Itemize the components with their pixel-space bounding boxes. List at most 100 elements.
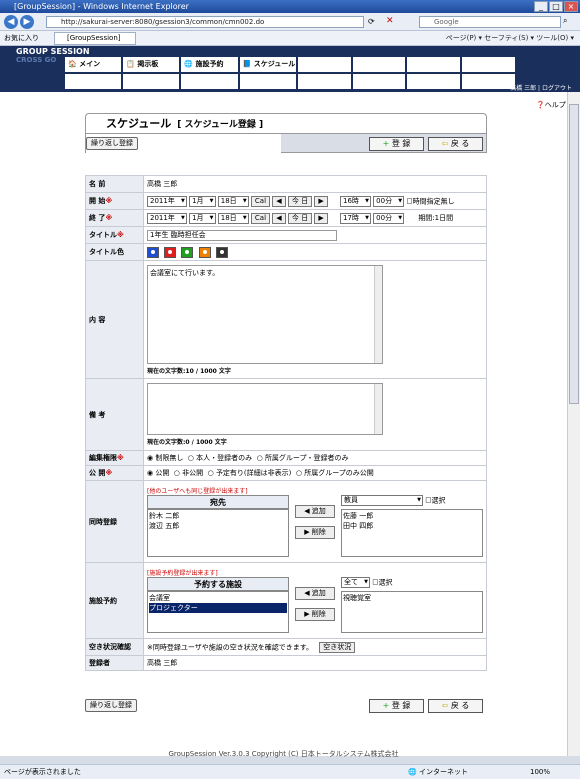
list-item[interactable]: 田中 四郎	[343, 521, 481, 531]
edit-label: 編集権限※	[85, 450, 144, 466]
color-blue-radio[interactable]	[147, 246, 159, 258]
list-item[interactable]: プロジェクター	[149, 603, 287, 613]
end-min-select[interactable]: 00分	[373, 212, 405, 224]
title-color-row	[143, 243, 487, 261]
end-label: 終 了※	[85, 209, 144, 227]
menu-facility[interactable]: 🌐 施設予約	[180, 56, 239, 73]
note-count: 現在の文字数:0 / 1000 文字	[147, 439, 227, 446]
start-hour-select[interactable]: 16時	[340, 195, 371, 207]
color-red-radio[interactable]	[164, 246, 177, 258]
start-month-select[interactable]: 1月	[189, 195, 216, 207]
same-register-label: 同時登録	[85, 480, 144, 563]
facility-reserve-list[interactable]: 会議室 プロジェクター	[147, 591, 289, 633]
end-today-button[interactable]: 今 日	[287, 212, 313, 224]
edit-radio-3[interactable]: ○ 所属グループ・登録者のみ	[257, 454, 349, 462]
end-month-select[interactable]: 1月	[189, 212, 216, 224]
note-textarea[interactable]	[147, 383, 383, 435]
public-radio-1[interactable]: ◉ 公開	[147, 469, 169, 477]
list-item[interactable]: 佐藤 一郎	[343, 511, 481, 521]
facility-group-select[interactable]: 全て	[341, 577, 370, 588]
public-radio-2[interactable]: ○ 非公開	[174, 469, 203, 477]
title-input[interactable]: 1年生 臨時担任会	[147, 229, 337, 241]
facility-note: [施設予約登録が出来ます]	[147, 570, 218, 577]
menu-schedule[interactable]: 📘 スケジュール	[238, 56, 297, 73]
color-green-radio[interactable]	[181, 246, 194, 258]
help-link[interactable]: ❓ヘルプ	[536, 100, 566, 110]
color-orange-radio[interactable]	[198, 246, 211, 258]
refresh-icon[interactable]: ⟳	[368, 17, 375, 26]
start-year-select[interactable]: 2011年	[147, 195, 187, 207]
favorites-button[interactable]: お気に入り	[0, 34, 39, 42]
register-button[interactable]: + 登 録	[369, 137, 424, 151]
same-remove-button[interactable]: ▶ 削除	[295, 526, 335, 539]
minimize-button[interactable]: _	[534, 1, 548, 12]
register-button-bottom[interactable]: + 登 録	[369, 699, 424, 713]
status-text: ページが表示されました	[4, 768, 81, 776]
facility-add-button[interactable]: ◀ 追加	[295, 587, 335, 600]
user-bar: 高橋 三郎 | ログアウト	[510, 85, 572, 92]
start-cal-button[interactable]: Cal	[250, 195, 271, 207]
repeat-register-button[interactable]: 繰り返し登録	[86, 137, 138, 150]
close-button[interactable]: ×	[564, 1, 578, 12]
browser-tab[interactable]: [GroupSession]	[54, 32, 136, 45]
end-hour-select[interactable]: 17時	[340, 212, 371, 224]
duration-text: 期間:1日間	[418, 214, 454, 222]
content-textarea[interactable]: 会議室にて行います。	[147, 264, 383, 364]
url-field[interactable]: http://sakurai-server:8080/gsession3/com…	[46, 16, 364, 28]
list-item[interactable]: 渡辺 五郎	[149, 521, 287, 531]
search-icon[interactable]: ⌕	[563, 16, 567, 26]
footer-copyright: GroupSession Ver.3.0.3 Copyright (C) 日本ト…	[168, 750, 399, 758]
back-button-bottom[interactable]: ⇦ 戻 る	[428, 699, 483, 713]
title-label: タイトル※	[85, 226, 144, 244]
vacancy-note: ※同時登録ユーザや施設の空き状況を確認できます。	[147, 643, 314, 651]
same-members-list[interactable]: 鈴木 二郎 渡辺 五郎	[147, 509, 289, 557]
zoom-level[interactable]: 100%	[530, 765, 550, 779]
same-add-button[interactable]: ◀ 追加	[295, 505, 335, 518]
app-logo-sub: CROSS GO	[16, 56, 57, 64]
back-nav-icon[interactable]: ◀	[4, 15, 18, 29]
back-button[interactable]: ⇦ 戻 る	[428, 137, 483, 151]
maximize-button[interactable]: □	[549, 1, 563, 12]
repeat-register-button-bottom[interactable]: 繰り返し登録	[85, 699, 137, 712]
menu-empty	[296, 56, 352, 73]
public-radio-3[interactable]: ○ 予定有り(詳細は非表示)	[208, 469, 292, 477]
content-label: 内 容	[85, 260, 144, 379]
same-group-select[interactable]: 教員	[341, 495, 423, 506]
registrant-value: 高橋 三郎	[143, 655, 487, 671]
edit-radio-2[interactable]: ○ 本人・登録者のみ	[188, 454, 252, 462]
list-item[interactable]: 鈴木 二郎	[149, 511, 287, 521]
edit-radio-1[interactable]: ◉ 制限無し	[147, 454, 183, 462]
start-next-button[interactable]: ▶	[314, 195, 328, 207]
facility-candidates-list[interactable]: 視聴覚室	[341, 591, 483, 633]
no-time-label: 時間指定無し	[412, 197, 455, 205]
color-black-radio[interactable]	[215, 246, 228, 258]
vacancy-button[interactable]: 空き状況	[319, 641, 356, 653]
facility-remove-button[interactable]: ▶ 削除	[295, 608, 335, 621]
start-today-button[interactable]: 今 日	[287, 195, 313, 207]
menu-bulletin[interactable]: 📋 掲示板	[122, 56, 181, 73]
logout-link[interactable]: ログアウト	[542, 85, 572, 92]
address-bar: ◀ ▶ http://sakurai-server:8080/gsession3…	[0, 13, 580, 31]
public-options: ◉ 公開 ○ 非公開 ○ 予定有り(詳細は非表示) ○ 所属グループのみ公開	[143, 465, 487, 481]
same-candidates-list[interactable]: 佐藤 一郎 田中 四郎	[341, 509, 483, 557]
list-item[interactable]: 会議室	[149, 593, 287, 603]
start-prev-button[interactable]: ◀	[272, 195, 286, 207]
end-year-select[interactable]: 2011年	[147, 212, 187, 224]
page-scrollbar[interactable]	[567, 92, 580, 756]
forward-nav-icon[interactable]: ▶	[20, 15, 34, 29]
menu-main[interactable]: 🏠 メイン	[64, 56, 123, 73]
start-min-select[interactable]: 00分	[373, 195, 405, 207]
end-next-button[interactable]: ▶	[314, 212, 328, 224]
end-prev-button[interactable]: ◀	[272, 212, 286, 224]
page-title: スケジュール	[106, 117, 172, 130]
public-radio-4[interactable]: ○ 所属グループのみ公開	[296, 469, 374, 477]
page-subtitle: [ スケジュール登録 ]	[177, 120, 264, 130]
start-day-select[interactable]: 18日	[217, 195, 249, 207]
stop-icon[interactable]: ✕	[386, 16, 394, 26]
internet-zone: 🌐 インターネット	[408, 768, 468, 776]
end-cal-button[interactable]: Cal	[250, 212, 271, 224]
toolbar-commands[interactable]: ページ(P) ▾ セーフティ(S) ▾ ツール(O) ▾	[446, 31, 574, 45]
list-item[interactable]: 視聴覚室	[343, 593, 481, 603]
end-day-select[interactable]: 18日	[217, 212, 249, 224]
search-input[interactable]: Google	[419, 16, 561, 28]
